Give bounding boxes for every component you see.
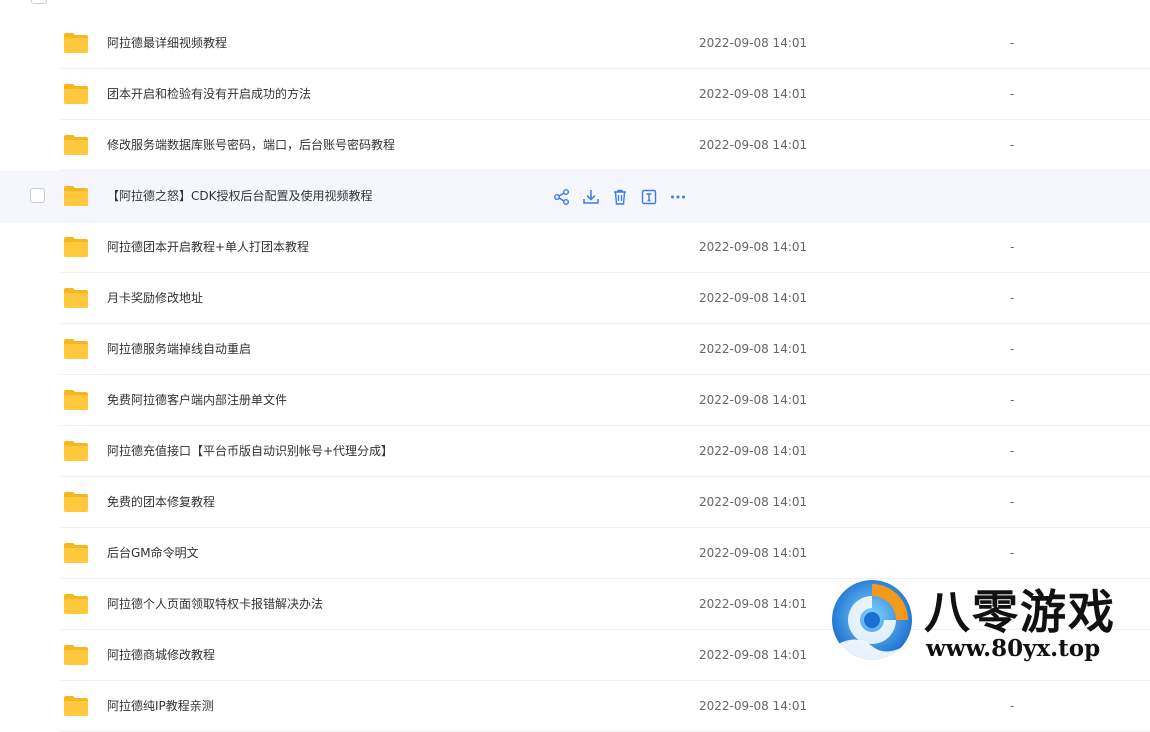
folder-icon [64,339,88,359]
file-row[interactable]: 阿拉德充值接口【平台币版自动识别帐号+代理分成】 2022-09-08 14:01… [0,426,1150,477]
file-date: 2022-09-08 14:01 [699,393,808,407]
file-row[interactable]: 团本开启和检验有没有开启成功的方法 2022-09-08 14:01 - [0,69,1150,120]
select-all-checkbox[interactable] [31,0,47,4]
file-size: - [1010,699,1015,713]
watermark-title: 八零游戏 [924,585,1116,639]
file-size: - [1010,393,1015,407]
file-name[interactable]: 阿拉德充值接口【平台币版自动识别帐号+代理分成】 [107,426,393,477]
file-date: 2022-09-08 14:01 [699,342,808,356]
row-actions [553,188,687,206]
file-row[interactable]: 阿拉德纯IP教程亲测 2022-09-08 14:01 - [0,681,1150,732]
file-date: 2022-09-08 14:01 [699,699,808,713]
file-name[interactable]: 免费阿拉德客户端内部注册单文件 [107,375,287,426]
folder-icon [64,186,88,206]
folder-icon [64,33,88,53]
row-checkbox[interactable] [30,188,45,203]
folder-icon [64,645,88,665]
file-date: 2022-09-08 14:01 [699,495,808,509]
folder-icon [64,696,88,716]
file-date: 2022-09-08 14:01 [699,444,808,458]
file-name[interactable]: 阿拉德商城修改教程 [107,630,215,681]
file-row[interactable]: 免费的团本修复教程 2022-09-08 14:01 - [0,477,1150,528]
file-row[interactable]: 阿拉德最详细视频教程 2022-09-08 14:01 - [0,18,1150,69]
folder-icon [64,492,88,512]
file-name[interactable]: 阿拉德团本开启教程+单人打团本教程 [107,222,309,273]
file-size: - [1010,138,1015,152]
file-name[interactable]: 阿拉德最详细视频教程 [107,18,227,69]
file-size: - [1010,240,1015,254]
file-size: - [1010,495,1015,509]
file-name[interactable]: 阿拉德服务端掉线自动重启 [107,324,251,375]
file-name[interactable]: 修改服务端数据库账号密码，端口，后台账号密码教程 [107,120,395,171]
file-row[interactable]: 阿拉德服务端掉线自动重启 2022-09-08 14:01 - [0,324,1150,375]
file-date: 2022-09-08 14:01 [699,36,808,50]
file-size: - [1010,36,1015,50]
folder-icon [64,441,88,461]
share-icon[interactable] [553,188,571,206]
file-size: - [1010,444,1015,458]
file-name[interactable]: 团本开启和检验有没有开启成功的方法 [107,69,311,120]
watermark: 八零游戏 www.80yx.top [828,572,1138,672]
file-date: 2022-09-08 14:01 [699,597,808,611]
file-name[interactable]: 后台GM命令明文 [107,528,199,579]
file-date: 2022-09-08 14:01 [699,546,808,560]
file-name[interactable]: 月卡奖励修改地址 [107,273,203,324]
folder-icon [64,390,88,410]
file-date: 2022-09-08 14:01 [699,291,808,305]
file-row[interactable]: 修改服务端数据库账号密码，端口，后台账号密码教程 2022-09-08 14:01… [0,120,1150,171]
folder-icon [64,594,88,614]
folder-icon [64,237,88,257]
folder-icon [64,288,88,308]
file-date: 2022-09-08 14:01 [699,138,808,152]
download-icon[interactable] [582,188,600,206]
more-icon[interactable] [669,188,687,206]
rename-icon[interactable] [640,188,658,206]
file-date: 2022-09-08 14:01 [699,240,808,254]
file-row[interactable]: 阿拉德团本开启教程+单人打团本教程 2022-09-08 14:01 - [0,222,1150,273]
folder-icon [64,135,88,155]
file-size: - [1010,342,1015,356]
file-row[interactable]: 【阿拉德之怒】CDK授权后台配置及使用视频教程 [0,171,1150,222]
file-size: - [1010,291,1015,305]
folder-icon [64,543,88,563]
file-name[interactable]: 阿拉德纯IP教程亲测 [107,681,214,732]
file-name[interactable]: 【阿拉德之怒】CDK授权后台配置及使用视频教程 [107,171,373,222]
file-size: - [1010,87,1015,101]
file-name[interactable]: 免费的团本修复教程 [107,477,215,528]
file-row[interactable]: 月卡奖励修改地址 2022-09-08 14:01 - [0,273,1150,324]
file-date: 2022-09-08 14:01 [699,87,808,101]
file-date: 2022-09-08 14:01 [699,648,808,662]
watermark-url: www.80yx.top [926,635,1101,662]
file-name[interactable]: 阿拉德个人页面领取特权卡报错解决办法 [107,579,323,630]
file-row[interactable]: 免费阿拉德客户端内部注册单文件 2022-09-08 14:01 - [0,375,1150,426]
folder-icon [64,84,88,104]
delete-icon[interactable] [611,188,629,206]
logo-icon [832,580,912,660]
